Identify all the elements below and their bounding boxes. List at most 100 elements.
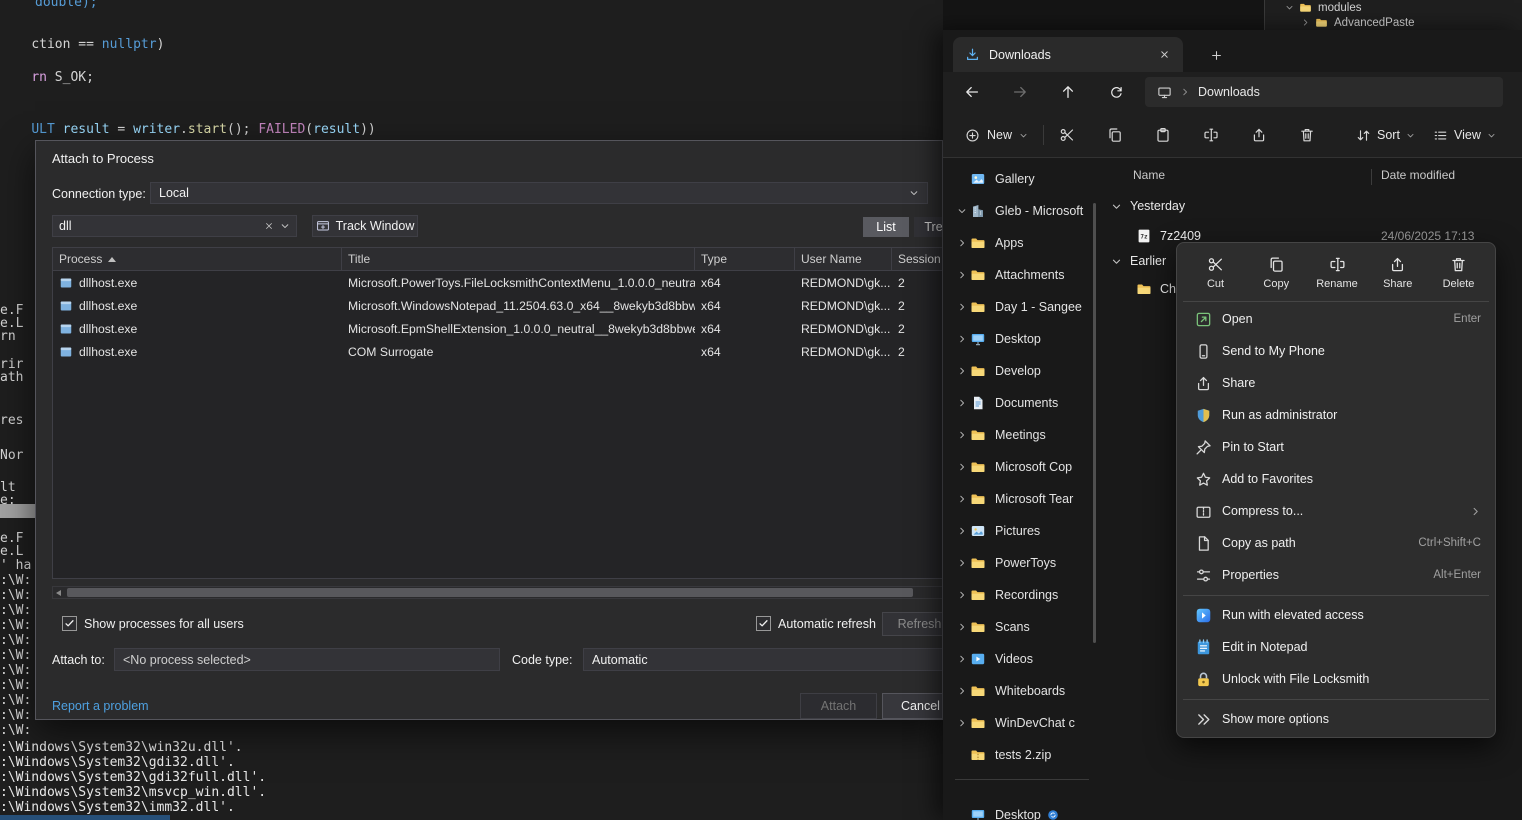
scroll-left-arrow-icon[interactable]	[56, 590, 61, 596]
tree-item-modules[interactable]: modules	[1265, 0, 1522, 15]
menu-item-copy-as-path[interactable]: Copy as path Ctrl+Shift+C	[1177, 527, 1495, 559]
chevron-slot[interactable]	[953, 430, 970, 440]
rename-button[interactable]	[1194, 120, 1228, 150]
column-divider[interactable]	[1371, 169, 1372, 185]
address-bar[interactable]: Downloads	[1145, 77, 1503, 107]
group-header-earlier[interactable]: Earlier	[1103, 248, 1166, 274]
menu-item-show-more-options[interactable]: Show more options	[1177, 703, 1495, 735]
chevron-slot[interactable]	[953, 206, 970, 216]
chevron-slot[interactable]	[953, 270, 970, 280]
column-header-session[interactable]: Session	[892, 248, 943, 270]
code-type-select[interactable]: Automatic	[583, 648, 943, 671]
horizontal-scrollbar[interactable]	[52, 586, 943, 599]
sidebar-item-documents[interactable]: Documents	[947, 389, 1093, 417]
show-all-users-checkbox[interactable]	[62, 616, 77, 631]
sidebar-item-whiteboards[interactable]: Whiteboards	[947, 677, 1093, 705]
chevron-slot[interactable]	[953, 622, 970, 632]
menu-item-edit-in-notepad[interactable]: Edit in Notepad	[1177, 631, 1495, 663]
sidebar-item-recordings[interactable]: Recordings	[947, 581, 1093, 609]
clear-filter-icon[interactable]	[264, 221, 274, 231]
chevron-slot[interactable]	[953, 462, 970, 472]
table-row[interactable]: dllhost.exe Microsoft.PowerToys.FileLock…	[53, 271, 943, 294]
column-header-title[interactable]: Title	[342, 248, 695, 270]
back-button[interactable]	[957, 77, 987, 107]
chevron-slot[interactable]	[953, 526, 970, 536]
automatic-refresh-checkbox[interactable]	[756, 616, 771, 631]
chevron-slot[interactable]	[953, 494, 970, 504]
sidebar-item-apps[interactable]: Apps	[947, 229, 1093, 257]
sidebar-item-develop[interactable]: Develop	[947, 357, 1093, 385]
chevron-down-icon[interactable]	[280, 221, 290, 231]
sidebar-item-windevchat[interactable]: WinDevChat c	[947, 709, 1093, 737]
tree-item-advancedpaste[interactable]: AdvancedPaste	[1265, 15, 1522, 30]
menu-item-run-as-admin[interactable]: Run as administrator	[1177, 399, 1495, 431]
menu-item-run-elevated[interactable]: Run with elevated access	[1177, 599, 1495, 631]
chevron-slot[interactable]	[953, 334, 970, 344]
quick-action-share[interactable]: Share	[1369, 250, 1426, 296]
forward-button[interactable]	[1005, 77, 1035, 107]
table-row[interactable]: dllhost.exe Microsoft.WindowsNotepad_11.…	[53, 294, 943, 317]
sidebar-item-onedrive[interactable]: Gleb - Microsoft	[947, 197, 1093, 225]
attach-to-input[interactable]: <No process selected>	[114, 648, 500, 671]
share-button[interactable]	[1242, 120, 1276, 150]
track-window-button[interactable]: Track Window	[312, 215, 418, 237]
sidebar-item-gallery[interactable]: Gallery	[947, 165, 1093, 193]
quick-action-cut[interactable]: Cut	[1187, 250, 1244, 296]
sidebar-item-tests-zip[interactable]: tests 2.zip	[947, 741, 1093, 769]
view-button[interactable]: View	[1425, 120, 1504, 150]
column-header-user[interactable]: User Name	[795, 248, 892, 270]
quick-action-rename[interactable]: Rename	[1309, 250, 1366, 296]
connection-type-select[interactable]: Local	[150, 182, 928, 204]
chevron-slot[interactable]	[953, 398, 970, 408]
sidebar-item-microsoft-tear[interactable]: Microsoft Tear	[947, 485, 1093, 513]
menu-item-pin-to-start[interactable]: Pin to Start	[1177, 431, 1495, 463]
table-row[interactable]: dllhost.exe Microsoft.EpmShellExtension_…	[53, 317, 943, 340]
chevron-slot[interactable]	[953, 238, 970, 248]
menu-item-unlock-file-locksmith[interactable]: Unlock with File Locksmith	[1177, 663, 1495, 695]
chevron-slot[interactable]	[953, 302, 970, 312]
delete-button[interactable]	[1290, 120, 1324, 150]
tree-toggle[interactable]: Tree	[914, 217, 943, 237]
sidebar-item-attachments[interactable]: Attachments	[947, 261, 1093, 289]
sidebar-item-powertoys[interactable]: PowerToys	[947, 549, 1093, 577]
column-header-type[interactable]: Type	[695, 248, 795, 270]
sidebar-scrollbar[interactable]	[1093, 203, 1096, 643]
tab-downloads[interactable]: Downloads	[953, 37, 1183, 72]
sidebar-item-day1[interactable]: Day 1 - Sangee	[947, 293, 1093, 321]
refresh-button[interactable]: Refresh	[882, 612, 943, 636]
quick-action-copy[interactable]: Copy	[1248, 250, 1305, 296]
paste-button[interactable]	[1146, 120, 1180, 150]
up-button[interactable]	[1053, 77, 1083, 107]
sidebar-item-videos[interactable]: Videos	[947, 645, 1093, 673]
menu-item-send-to-phone[interactable]: Send to My Phone	[1177, 335, 1495, 367]
column-header-date[interactable]: Date modified	[1381, 168, 1455, 182]
menu-item-properties[interactable]: Properties Alt+Enter	[1177, 559, 1495, 591]
sidebar-item-meetings[interactable]: Meetings	[947, 421, 1093, 449]
report-problem-link[interactable]: Report a problem	[52, 699, 149, 713]
tab-close-button[interactable]	[1153, 44, 1175, 66]
table-row[interactable]: dllhost.exe COM Surrogate x64 REDMOND\gk…	[53, 340, 943, 363]
quick-action-delete[interactable]: Delete	[1430, 250, 1487, 296]
sidebar-item-scans[interactable]: Scans	[947, 613, 1093, 641]
group-header-yesterday[interactable]: Yesterday	[1103, 193, 1185, 219]
new-button[interactable]: New	[955, 120, 1038, 150]
copy-button[interactable]	[1098, 120, 1132, 150]
menu-item-add-to-favorites[interactable]: Add to Favorites	[1177, 463, 1495, 495]
column-header-process[interactable]: Process	[53, 248, 342, 270]
sidebar-item-desktop[interactable]: Desktop	[947, 325, 1093, 353]
chevron-slot[interactable]	[953, 558, 970, 568]
scrollbar-thumb[interactable]	[0, 504, 35, 518]
sidebar-item-microsoft-cop[interactable]: Microsoft Cop	[947, 453, 1093, 481]
scrollbar-thumb[interactable]	[67, 588, 913, 597]
new-tab-button[interactable]	[1203, 42, 1229, 68]
sidebar-item-desktop-bottom[interactable]: Desktop	[947, 801, 1093, 820]
cancel-button[interactable]: Cancel	[882, 693, 943, 719]
cut-button[interactable]	[1050, 120, 1084, 150]
menu-item-share[interactable]: Share	[1177, 367, 1495, 399]
menu-item-compress-to[interactable]: Compress to...	[1177, 495, 1495, 527]
menu-item-open[interactable]: Open Enter	[1177, 303, 1495, 335]
chevron-slot[interactable]	[953, 654, 970, 664]
list-toggle[interactable]: List	[863, 217, 909, 237]
column-header-name[interactable]: Name	[1133, 168, 1165, 182]
sort-button[interactable]: Sort	[1348, 120, 1423, 150]
